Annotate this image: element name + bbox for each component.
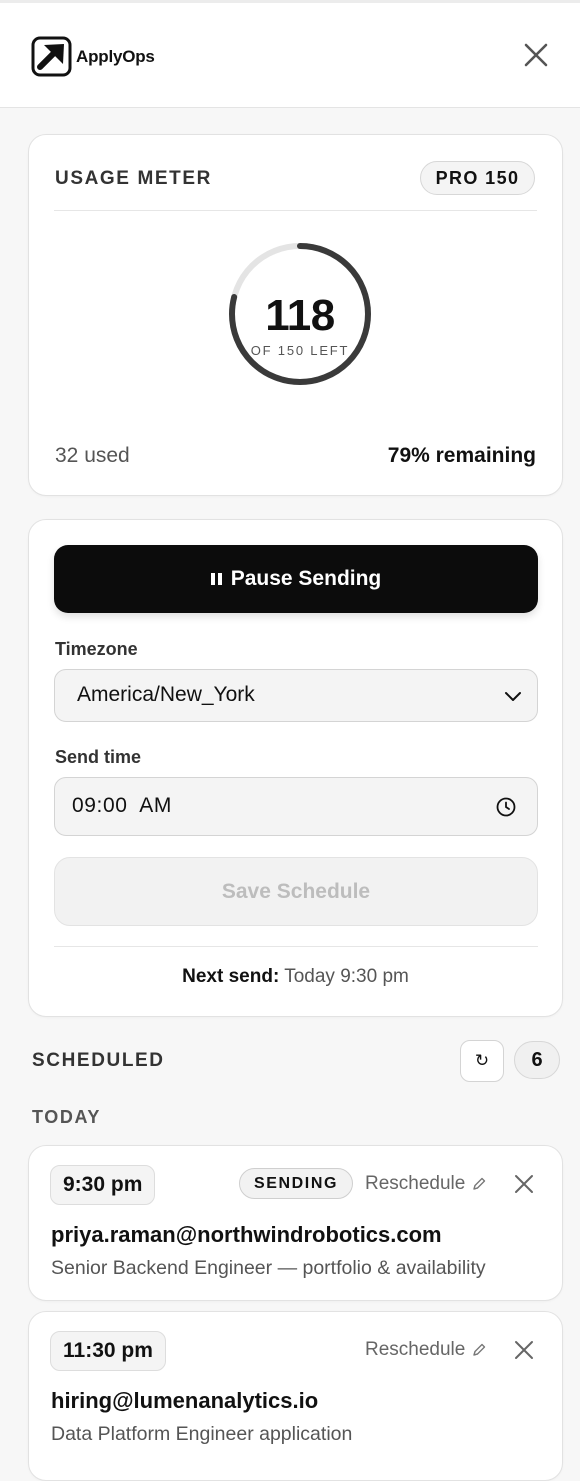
usage-meter-card: USAGE METER PRO 150 118 OF 150 LEFT 32 u… [28, 134, 563, 496]
remaining-caption: OF 150 LEFT [250, 343, 350, 358]
status-badge: SENDING [239, 1168, 353, 1199]
scheduled-count-badge: 6 [514, 1041, 560, 1079]
pause-icon [210, 573, 223, 585]
next-send-value: Today 9:30 pm [284, 966, 409, 987]
usage-meter-title: USAGE METER [55, 168, 212, 189]
pencil-icon [473, 1343, 486, 1356]
send-time-input[interactable]: 09:00 AM [54, 777, 538, 836]
timezone-label: Timezone [55, 639, 138, 659]
remaining-percent: 79% remaining [387, 444, 536, 467]
recipient-email: hiring@lumenanalytics.io [51, 1388, 319, 1413]
timezone-select[interactable]: America/New_York [54, 669, 538, 722]
close-icon[interactable] [521, 40, 551, 70]
divider [54, 210, 537, 211]
scheduled-section-title: SCHEDULED [32, 1050, 165, 1071]
app-logo: ApplyOps [31, 36, 155, 77]
plan-badge: PRO 150 [420, 161, 535, 195]
schedule-card: Pause Sending Timezone America/New_York … [28, 519, 563, 1017]
clock-icon[interactable] [495, 796, 517, 818]
app-header: ApplyOps [0, 3, 580, 108]
remove-item-icon[interactable] [513, 1339, 535, 1361]
send-time-pill: 9:30 pm [50, 1165, 156, 1205]
next-send-label: Next send: [182, 966, 280, 987]
timezone-value: America/New_York [77, 683, 255, 706]
refresh-icon: ↻ [474, 1051, 490, 1071]
app-name: ApplyOps [76, 46, 155, 66]
group-title-today: TODAY [32, 1107, 102, 1127]
used-count: 32 used [55, 444, 130, 467]
remaining-count: 118 [265, 291, 335, 340]
chevron-down-icon [505, 692, 521, 701]
pencil-icon [473, 1177, 486, 1190]
email-subject: Senior Backend Engineer — portfolio & av… [51, 1257, 486, 1279]
send-time-label: Send time [55, 747, 142, 767]
next-send-info: Next send: Today 9:30 pm [29, 966, 562, 988]
remove-item-icon[interactable] [513, 1173, 535, 1195]
refresh-button[interactable]: ↻ [460, 1040, 504, 1082]
arrow-logo-icon [31, 36, 72, 77]
pause-sending-button[interactable]: Pause Sending [54, 545, 538, 613]
reschedule-button[interactable]: Reschedule [365, 1173, 487, 1195]
scheduled-item[interactable]: 9:30 pm SENDING Reschedule priya.raman@n… [28, 1145, 563, 1301]
reschedule-button[interactable]: Reschedule [365, 1339, 487, 1361]
send-time-value: 09:00 AM [72, 794, 172, 817]
reschedule-label: Reschedule [365, 1173, 466, 1194]
recipient-email: priya.raman@northwindrobotics.com [51, 1222, 442, 1247]
divider [54, 946, 538, 947]
scheduled-item[interactable]: 11:30 pm Reschedule hiring@lumenanalytic… [28, 1311, 563, 1481]
save-schedule-button[interactable]: Save Schedule [54, 857, 538, 926]
reschedule-label: Reschedule [365, 1339, 466, 1360]
email-subject: Data Platform Engineer application [51, 1423, 353, 1445]
pause-sending-label: Pause Sending [230, 567, 382, 590]
send-time-pill: 11:30 pm [50, 1331, 166, 1371]
